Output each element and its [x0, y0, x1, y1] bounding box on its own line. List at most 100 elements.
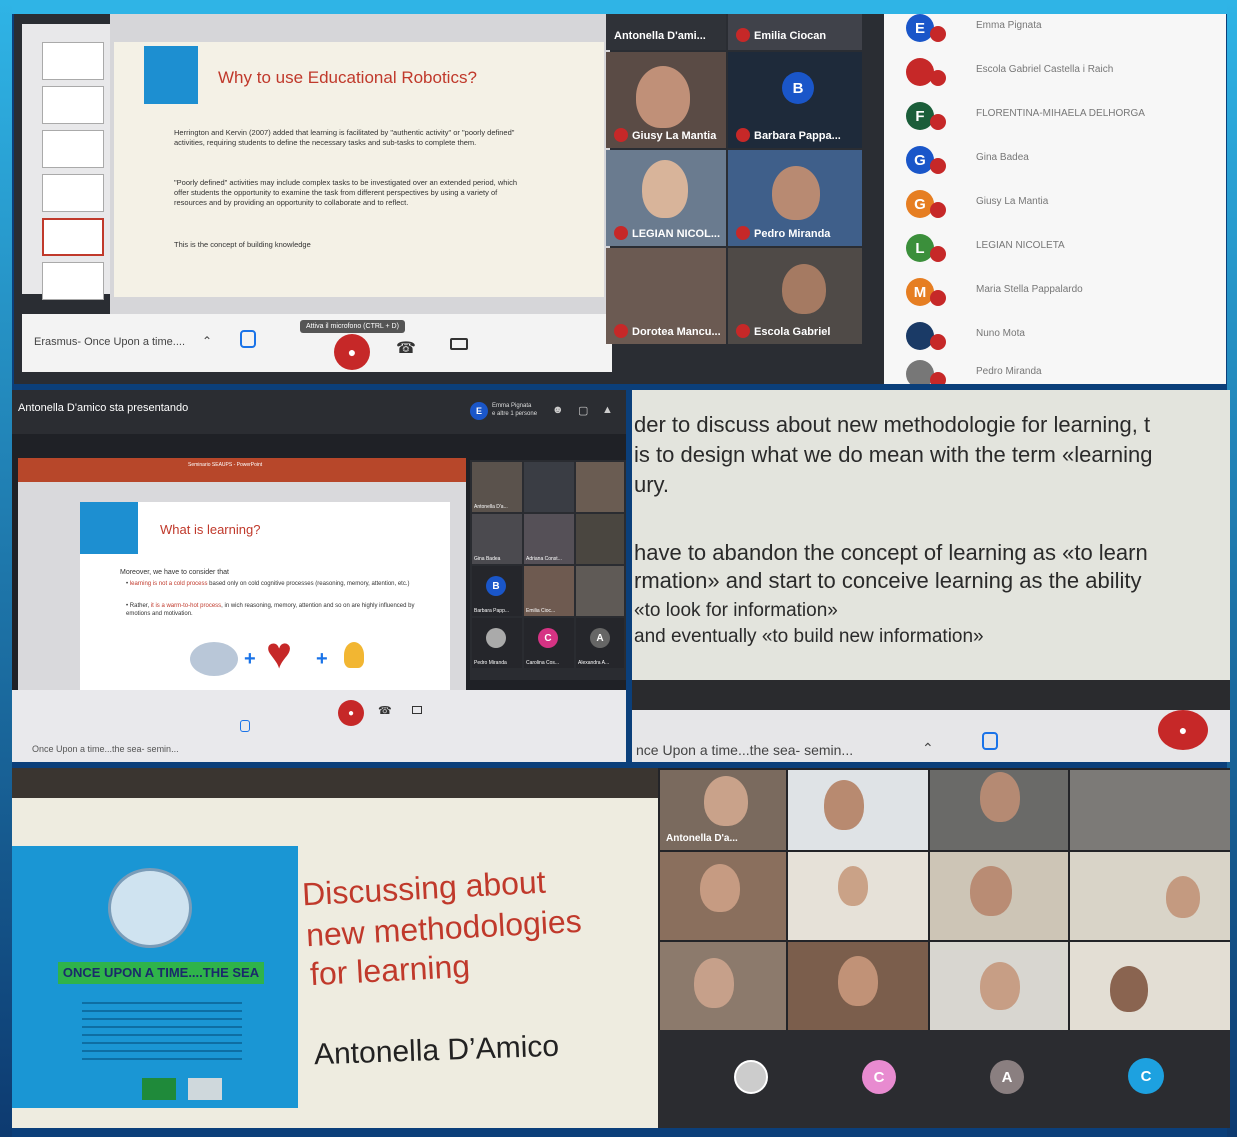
participant-face [824, 780, 864, 830]
participant-row[interactable]: L LEGIAN NICOLETA [884, 228, 1214, 268]
tile-name: Carolina Cos... [526, 660, 560, 666]
avatar: L [906, 234, 934, 262]
meeting-name: nce Upon a time...the sea- semin... [636, 742, 854, 758]
slide-title: What is learning? [160, 522, 261, 537]
participant-face [980, 772, 1020, 822]
mic-off-button[interactable]: ● [1158, 710, 1208, 750]
slide-thumbnail-active[interactable] [42, 218, 104, 256]
muted-icon [614, 128, 628, 142]
participant-row[interactable]: M Maria Stella Pappalardo [884, 272, 1214, 312]
participant-row[interactable]: E Emma Pignata [884, 14, 1214, 48]
title-slide: ONCE UPON A TIME....THE SEA Discussing a… [12, 798, 692, 1128]
tile-name: Alexandra A... [578, 660, 610, 666]
powerpoint-window: Seminario SEAUPS - PowerPoint What is le… [18, 458, 466, 708]
video-tile [930, 770, 1068, 850]
participant-grid: Antonella D'a... Gina Badea Adriana Cons… [470, 460, 626, 680]
muted-icon [736, 226, 750, 240]
muted-icon [736, 324, 750, 338]
video-tile [576, 566, 624, 616]
camera-icon[interactable] [450, 338, 468, 350]
meeting-toolbar: Erasmus- Once Upon a time.... ⌃ Attiva i… [22, 314, 612, 372]
video-tile: C Carolina Cos... [524, 618, 574, 668]
avatar: C [538, 628, 558, 648]
tile-name: Antonella D'a... [474, 504, 508, 510]
video-tile: Pedro Miranda [472, 618, 522, 668]
slide-thumbnail[interactable] [42, 86, 104, 124]
activities-icon[interactable]: ▲ [602, 404, 613, 416]
avatar: C [862, 1060, 896, 1094]
slide-text-line: and eventually «to build new information… [634, 626, 984, 647]
tile-name: Barbara Pappa... [736, 128, 841, 142]
slide-bullet: • Rather, it is a warm-to-hot process, i… [126, 603, 415, 617]
participant-avatars-row: C A C [658, 1030, 1230, 1128]
participant-row[interactable]: F FLORENTINA-MIHAELA DELHORGA [884, 96, 1214, 136]
frame-top-border [0, 0, 1237, 14]
chevron-up-icon[interactable]: ⌃ [922, 740, 934, 757]
slide-thumbnail[interactable] [42, 174, 104, 212]
muted-icon [614, 226, 628, 240]
participant-face [970, 866, 1012, 916]
project-logo-panel: ONCE UPON A TIME....THE SEA [12, 846, 298, 1108]
video-tile: LEGIAN NICOL... [606, 150, 726, 246]
participant-face [636, 66, 690, 128]
heart-icon: ♥ [266, 629, 293, 678]
project-logo [80, 502, 138, 554]
hang-up-icon[interactable]: ☎ [396, 338, 416, 358]
avatar: G [906, 146, 934, 174]
hang-up-icon[interactable]: ☎ [378, 704, 392, 717]
tile-name: LEGIAN NICOL... [614, 226, 720, 240]
tile-name: Dorotea Mancu... [614, 324, 721, 338]
participant-row[interactable]: Pedro Miranda [884, 354, 1214, 384]
participant-name: Emma Pignata [976, 20, 1042, 31]
mic-off-button[interactable]: ● [338, 700, 364, 726]
shield-icon[interactable] [240, 330, 256, 348]
avatar: G [906, 190, 934, 218]
avatar: B [486, 576, 506, 596]
video-tile [576, 514, 624, 564]
slide-thumbnail[interactable] [42, 262, 104, 300]
panel-zoomed-slide-text: der to discuss about new methodologie fo… [632, 390, 1230, 762]
muted-icon [736, 128, 750, 142]
avatar: F [906, 102, 934, 130]
slide-text-line: rmation» and start to conceive learning … [634, 568, 1142, 593]
participant-face [838, 866, 868, 906]
tile-name: Antonella D'a... [666, 833, 738, 844]
participant-row[interactable]: Escola Gabriel Castella i Raich [884, 52, 1214, 92]
shield-icon[interactable] [982, 732, 998, 750]
participant-face [782, 264, 826, 314]
slide-thumbnails [22, 24, 110, 300]
video-tile: Emilia Ciocan [728, 14, 862, 50]
participant-name: Gina Badea [976, 152, 1029, 163]
slide-paragraph: Moreover, we have to consider that [120, 569, 229, 576]
video-tile: Gina Badea [472, 514, 522, 564]
muted-icon [930, 290, 946, 306]
video-tile [524, 462, 574, 512]
participant-list: E Emma Pignata Escola Gabriel Castella i… [884, 14, 1226, 384]
participant-face [642, 160, 688, 218]
flag-icon [188, 1078, 222, 1100]
slide-thumbnail[interactable] [42, 42, 104, 80]
muted-icon [614, 324, 628, 338]
participant-row[interactable]: G Gina Badea [884, 140, 1214, 180]
tile-name: Gina Badea [474, 556, 501, 562]
logo-fine-print [82, 996, 242, 1066]
slide-thumbnail[interactable] [42, 130, 104, 168]
participant-name: Giusy La Mantia [976, 196, 1049, 207]
video-tile: Antonella D'a... [660, 770, 786, 850]
shield-icon[interactable] [240, 720, 250, 732]
chat-icon[interactable]: ▢ [578, 404, 588, 417]
people-icon[interactable]: ☻ [552, 404, 564, 416]
camera-icon[interactable] [412, 706, 422, 714]
avatar: C [1128, 1058, 1164, 1094]
meeting-toolbar: ● ☎ Once Upon a time...the sea- semin... [12, 690, 626, 762]
participant-row[interactable]: Nuno Mota [884, 316, 1214, 356]
mic-off-button[interactable]: ● [334, 334, 370, 370]
participant-row[interactable]: G Giusy La Mantia [884, 184, 1214, 224]
participant-face [1110, 966, 1148, 1012]
video-tile [1070, 852, 1230, 940]
slide-what-is-learning: What is learning? Moreover, we have to c… [80, 502, 450, 692]
muted-icon [930, 334, 946, 350]
chevron-up-icon[interactable]: ⌃ [202, 334, 212, 348]
project-seal [108, 868, 192, 948]
muted-icon [930, 372, 946, 384]
